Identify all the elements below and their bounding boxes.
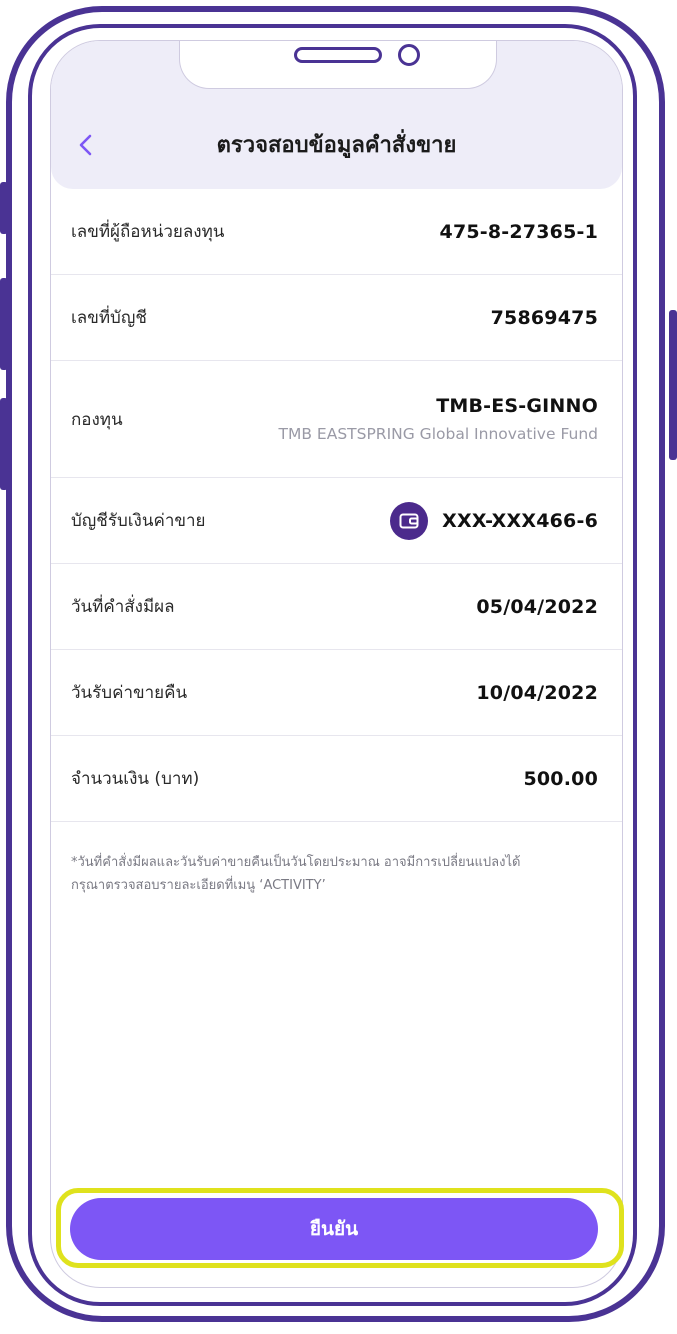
row-label: จำนวนเงิน (บาท) [71,769,200,789]
fund-value: TMB-ES-GINNO TMB EASTSPRING Global Innov… [279,395,598,443]
fund-code: TMB-ES-GINNO [436,395,598,417]
wallet-icon [390,501,429,540]
row-effective-date: วันที่คำสั่งมีผล 05/04/2022 [51,564,622,650]
row-fund: กองทุน TMB-ES-GINNO TMB EASTSPRING Globa… [51,361,622,478]
speaker-icon [294,47,382,63]
side-button [0,182,8,234]
row-amount: จำนวนเงิน (บาท) 500.00 [51,736,622,822]
row-value: 75869475 [490,306,598,329]
row-label: เลขที่บัญชี [71,308,147,328]
screen: ตรวจสอบข้อมูลคำสั่งขาย เลขที่ผู้ถือหน่วย… [50,40,623,1288]
row-settlement-date: วันรับค่าขายคืน 10/04/2022 [51,650,622,736]
row-value: 475-8-27365-1 [439,220,598,243]
notch [179,41,497,89]
row-unitholder-number: เลขที่ผู้ถือหน่วยลงทุน 475-8-27365-1 [51,189,622,275]
confirm-button[interactable]: ยืนยัน [70,1198,598,1260]
side-button [0,398,8,490]
side-button [0,278,8,370]
fund-name: TMB EASTSPRING Global Innovative Fund [278,425,598,443]
side-button [669,310,677,460]
page-title: ตรวจสอบข้อมูลคำสั่งขาย [216,133,457,158]
row-label: บัญชีรับเงินค่าขาย [71,511,206,531]
receiving-account: XXX-XXX466-6 [390,501,598,540]
row-label: กองทุน [71,409,123,430]
row-value: 10/04/2022 [476,681,598,704]
order-details: เลขที่ผู้ถือหน่วยลงทุน 475-8-27365-1 เลข… [51,189,622,822]
disclaimer-note: *วันที่คำสั่งมีผลและวันรับค่าขายคืนเป็นว… [71,849,601,896]
header: ตรวจสอบข้อมูลคำสั่งขาย [51,41,622,189]
note-line: กรุณาตรวจสอบรายละเอียดที่เมนู ‘ACTIVITY’ [71,878,326,893]
note-line: *วันที่คำสั่งมีผลและวันรับค่าขายคืนเป็นว… [71,855,521,870]
row-account-number: เลขที่บัญชี 75869475 [51,275,622,361]
row-value: 05/04/2022 [476,595,598,618]
row-label: วันที่คำสั่งมีผล [71,597,175,617]
row-value: 500.00 [523,767,598,790]
row-label: วันรับค่าขายคืน [71,683,188,703]
row-label: เลขที่ผู้ถือหน่วยลงทุน [71,222,225,242]
row-value: XXX-XXX466-6 [442,509,598,532]
row-receiving-account: บัญชีรับเงินค่าขาย XXX-XXX466-6 [51,478,622,564]
camera-icon [398,44,420,66]
